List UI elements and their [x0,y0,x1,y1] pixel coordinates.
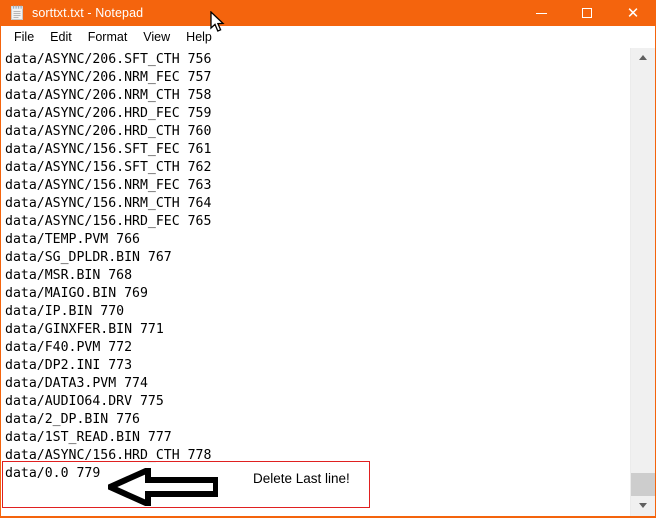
text-line: data/ASYNC/156.SFT_CTH 762 [5,160,212,175]
text-line: data/F40.PVM 772 [5,340,133,355]
text-line: data/ASYNC/206.SFT_CTH 756 [5,52,212,67]
close-button[interactable]: ✕ [610,0,656,26]
chevron-up-icon [639,54,647,60]
scrollbar-thumb[interactable] [631,473,655,496]
scroll-up-button[interactable] [631,48,655,66]
text-content: data/ASYNC/206.SFT_CTH 756 data/ASYNC/206… [5,51,211,483]
notepad-icon [9,5,25,21]
annotation-arrow-icon [102,465,219,509]
text-line: data/ASYNC/206.HRD_CTH 760 [5,124,212,139]
menu-item-format[interactable]: Format [80,26,136,48]
menu-item-file[interactable]: File [6,26,42,48]
maximize-icon [582,8,592,18]
minimize-button[interactable] [518,0,564,26]
text-line: data/TEMP.PVM 766 [5,232,140,247]
notepad-window: sorttxt.txt - Notepad ✕ File Edit Format… [0,0,656,518]
text-line: data/IP.BIN 770 [5,304,125,319]
text-line: data/AUDIO64.DRV 775 [5,394,164,409]
text-line: data/ASYNC/206.NRM_CTH 758 [5,88,212,103]
text-line: data/ASYNC/206.NRM_FEC 757 [5,70,212,85]
text-line: data/DP2.INI 773 [5,358,133,373]
maximize-button[interactable] [564,0,610,26]
vertical-scrollbar[interactable] [630,48,655,516]
text-line: data/ASYNC/156.HRD_CTH 778 [5,448,212,463]
menu-item-edit[interactable]: Edit [42,26,80,48]
text-line: data/MAIGO.BIN 769 [5,286,148,301]
menu-item-view[interactable]: View [135,26,178,48]
text-line: data/ASYNC/156.SFT_FEC 761 [5,142,212,157]
close-icon: ✕ [626,4,640,22]
window-controls: ✕ [518,0,656,26]
text-line: data/ASYNC/156.NRM_CTH 764 [5,196,212,211]
scroll-down-button[interactable] [631,496,655,514]
menu-bar: File Edit Format View Help [0,26,656,48]
text-line: data/2_DP.BIN 776 [5,412,140,427]
text-line: data/GINXFER.BIN 771 [5,322,164,337]
text-line: data/1ST_READ.BIN 777 [5,430,172,445]
text-line: data/ASYNC/206.HRD_FEC 759 [5,106,212,121]
menu-item-help[interactable]: Help [178,26,220,48]
chevron-down-icon [639,502,647,508]
minimize-icon [535,12,547,14]
window-title: sorttxt.txt - Notepad [32,6,144,20]
text-line: data/MSR.BIN 768 [5,268,133,283]
title-bar[interactable]: sorttxt.txt - Notepad ✕ [0,0,656,26]
text-line: data/SG_DPLDR.BIN 767 [5,250,172,265]
text-editor-area[interactable]: data/ASYNC/206.SFT_CTH 756 data/ASYNC/206… [1,48,630,516]
annotation-label: Delete Last line! [253,471,350,486]
text-line: data/ASYNC/156.HRD_FEC 765 [5,214,212,229]
text-line: data/DATA3.PVM 774 [5,376,148,391]
text-line: data/ASYNC/156.NRM_FEC 763 [5,178,212,193]
